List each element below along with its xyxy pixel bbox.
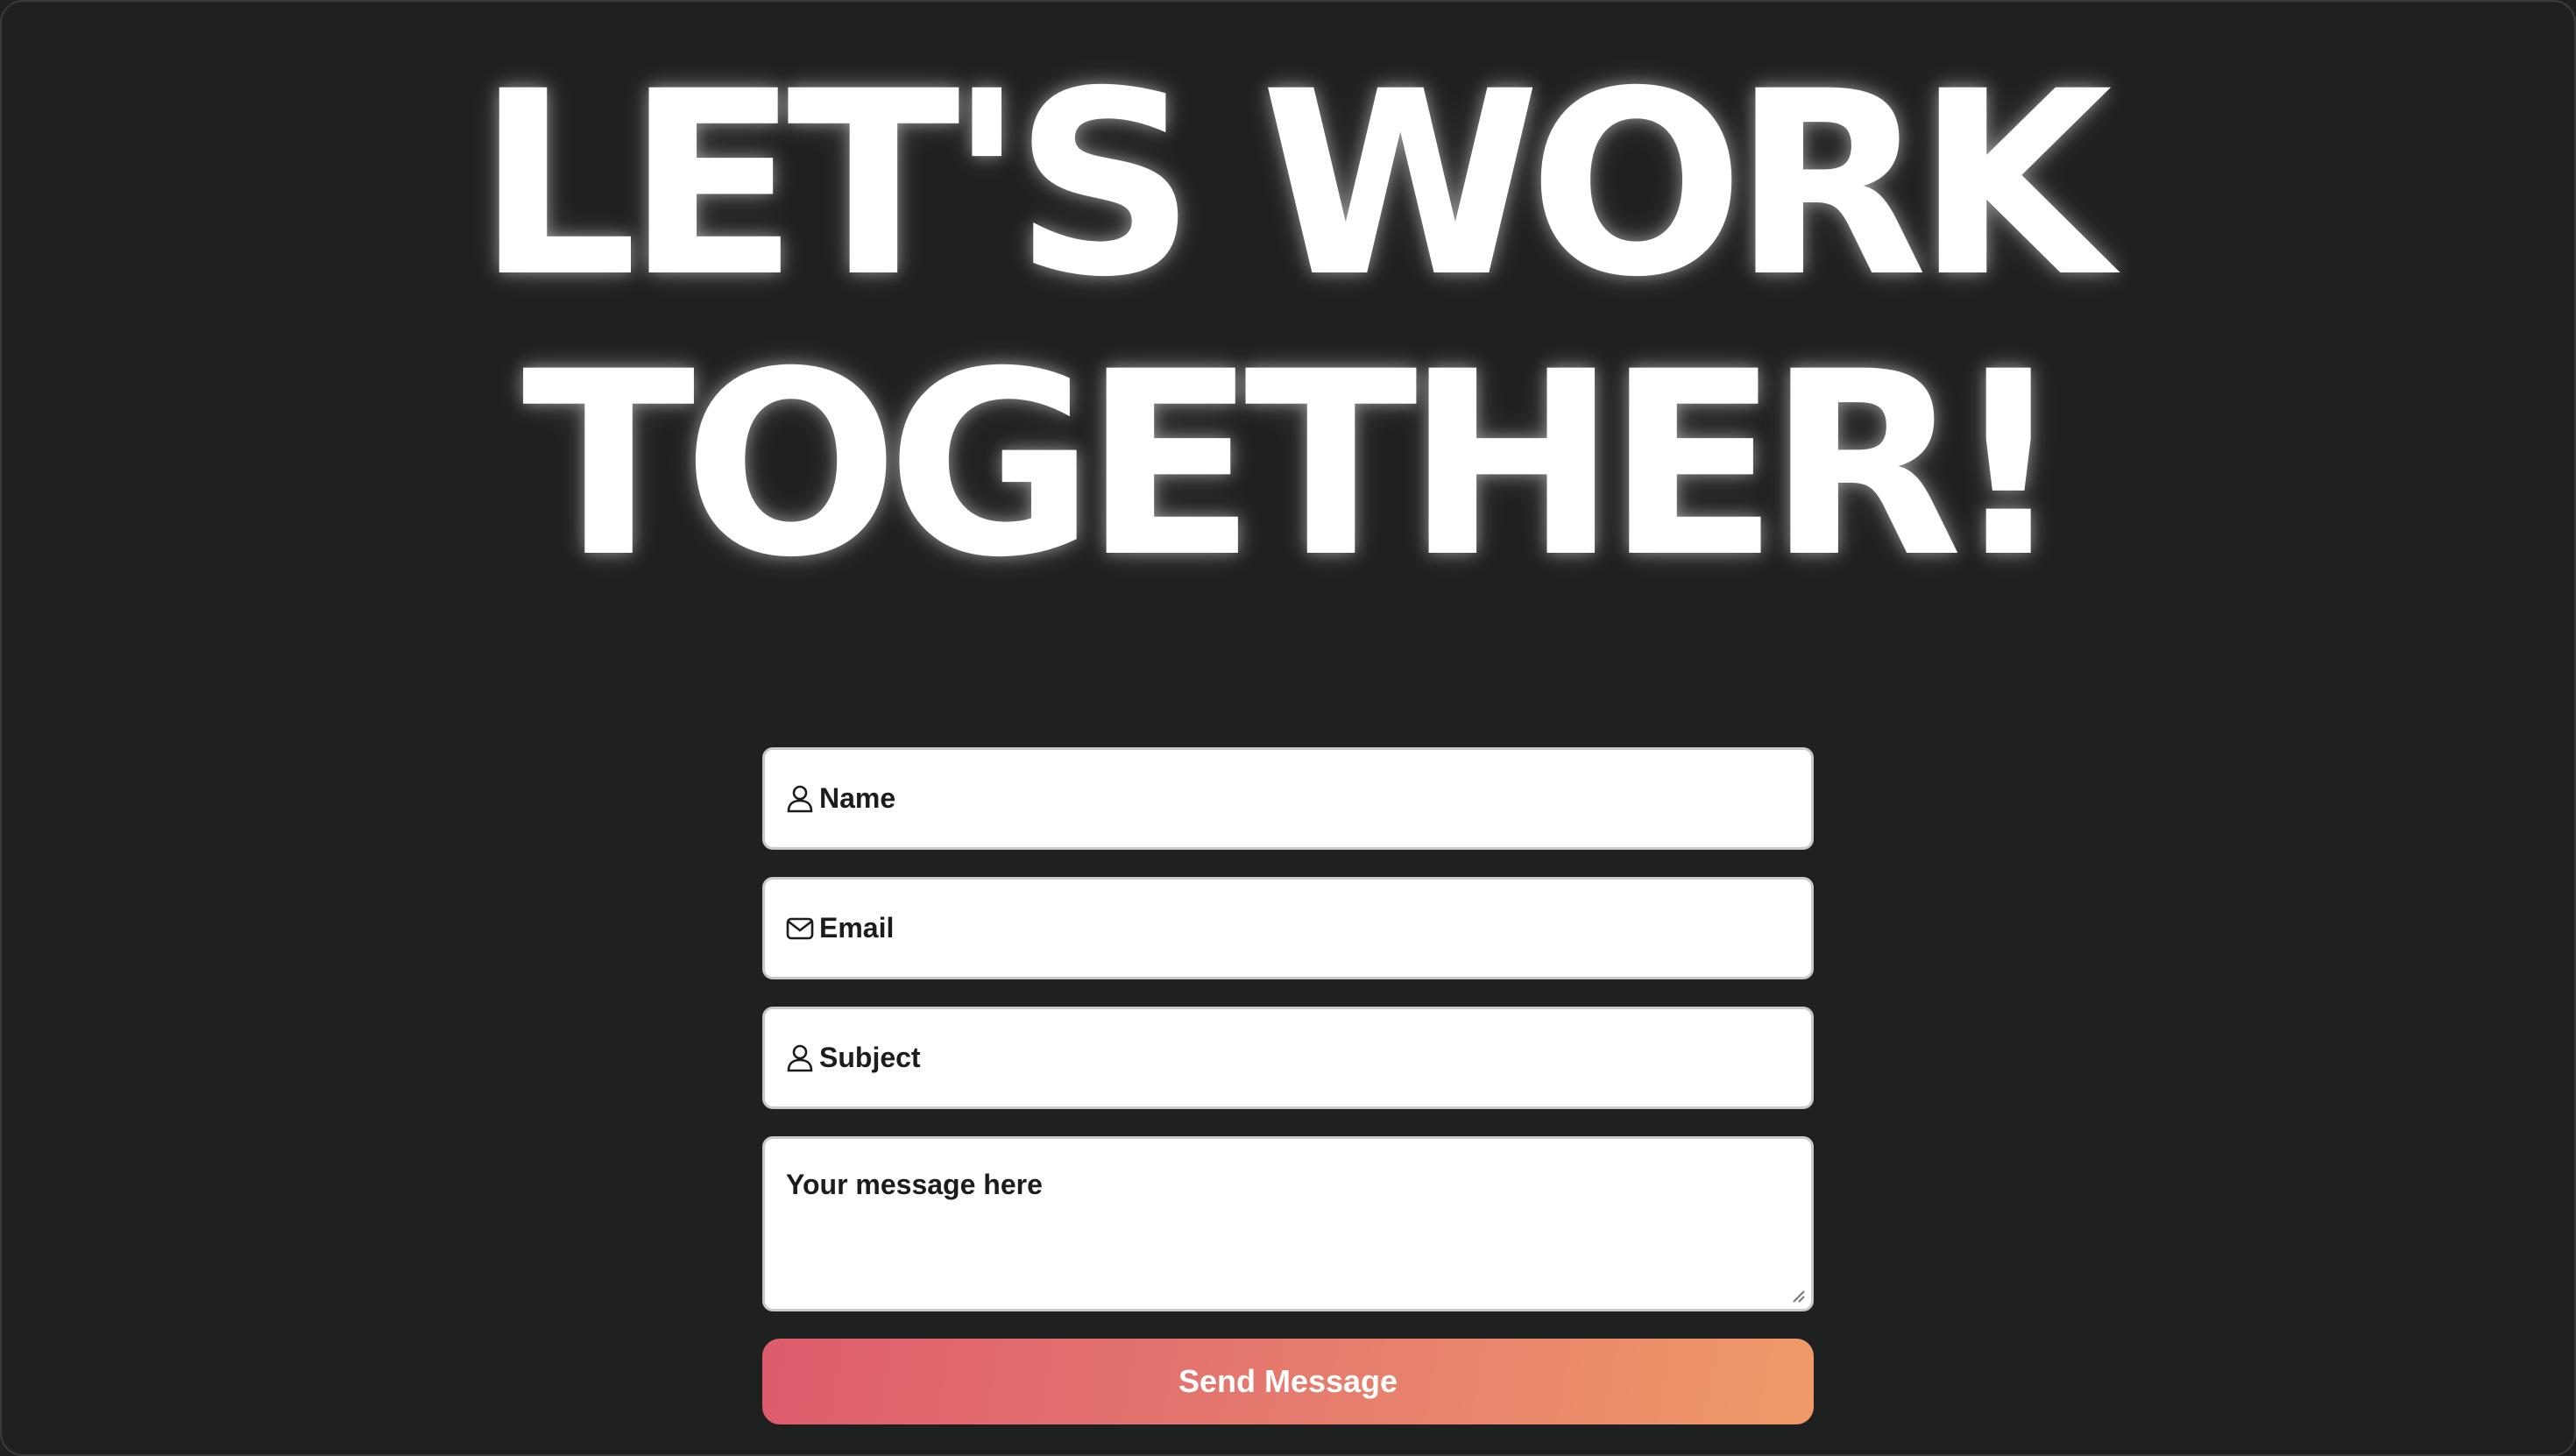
email-field[interactable]: Email: [762, 877, 1814, 979]
subject-field[interactable]: Subject: [762, 1007, 1814, 1109]
mail-icon: [786, 915, 814, 943]
message-textarea[interactable]: Your message here: [762, 1136, 1814, 1311]
contact-form: Name Email Subject Your message here Sen…: [762, 747, 1814, 1424]
page-title: LET'S WORK TOGETHER!: [0, 46, 2576, 606]
name-placeholder: Name: [819, 782, 896, 814]
subject-placeholder: Subject: [819, 1042, 921, 1073]
name-field[interactable]: Name: [762, 747, 1814, 850]
page-title-line-2: TOGETHER!: [521, 318, 2067, 613]
send-message-button[interactable]: Send Message: [762, 1339, 1814, 1424]
user-icon: [786, 785, 814, 813]
email-placeholder: Email: [819, 912, 895, 944]
message-placeholder: Your message here: [786, 1169, 1043, 1200]
user-icon: [786, 1044, 814, 1072]
send-message-label: Send Message: [1178, 1363, 1398, 1399]
resize-handle-icon[interactable]: [1790, 1288, 1806, 1304]
page-title-line-1: LET'S WORK: [476, 38, 2112, 333]
